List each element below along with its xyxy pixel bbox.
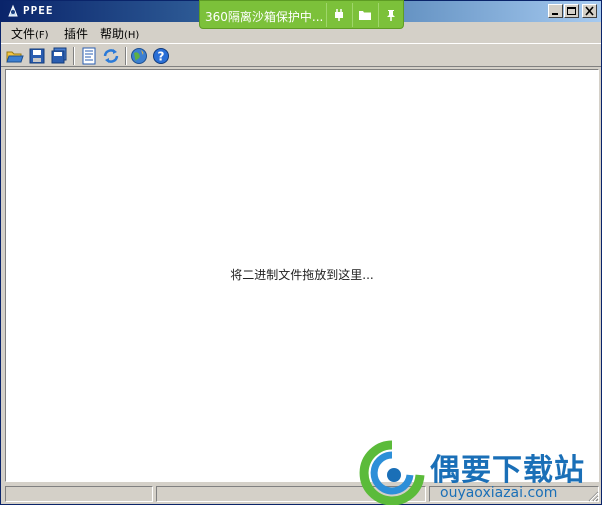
folder-icon[interactable]	[352, 3, 376, 27]
site-url: ouyaoxiazai.com	[440, 485, 558, 501]
menu-file-accel: (F)	[35, 30, 49, 41]
maximize-button[interactable]	[564, 4, 579, 18]
site-logo-icon	[358, 439, 428, 506]
status-pane	[5, 486, 153, 502]
menu-file[interactable]: 文件(F)	[9, 25, 51, 42]
site-watermark: 偶要下载站 ouyaoxiazai.com	[358, 439, 604, 507]
toolbar-separator	[125, 47, 127, 65]
sandbox-status-text: 360隔离沙箱保护中...	[205, 10, 324, 24]
menu-help-accel: (H)	[124, 30, 140, 41]
menu-plugins[interactable]: 插件	[62, 25, 90, 42]
window-title: PPEE	[23, 4, 54, 17]
menu-file-label: 文件	[11, 27, 36, 41]
sandbox-notification: 360隔离沙箱保护中...	[199, 0, 404, 29]
save-all-icon[interactable]	[50, 47, 68, 65]
pin-icon[interactable]	[378, 3, 402, 27]
svg-text:?: ?	[158, 50, 165, 64]
minimize-button[interactable]	[548, 4, 563, 18]
open-folder-icon[interactable]	[6, 47, 24, 65]
toolbar: ?	[1, 43, 601, 67]
toolbar-separator	[73, 47, 75, 65]
drop-hint: 将二进制文件拖放到这里...	[230, 268, 374, 282]
app-window: PPEE 文件(F) 插件 帮助(H) ? 将二进制文件拖放到这里...	[0, 0, 602, 505]
drop-area[interactable]: 将二进制文件拖放到这里...	[5, 69, 599, 482]
menu-help-label: 帮助	[100, 27, 125, 41]
app-icon	[6, 4, 20, 18]
refresh-icon[interactable]	[102, 47, 120, 65]
save-icon[interactable]	[28, 47, 46, 65]
menu-plugins-label: 插件	[64, 27, 89, 41]
close-button[interactable]	[582, 4, 597, 18]
globe-icon[interactable]	[130, 47, 148, 65]
pe-document-icon[interactable]	[80, 47, 98, 65]
menu-help[interactable]: 帮助(H)	[98, 25, 141, 42]
site-name: 偶要下载站	[430, 453, 585, 488]
help-icon[interactable]: ?	[152, 47, 170, 65]
plug-icon[interactable]	[326, 3, 350, 27]
